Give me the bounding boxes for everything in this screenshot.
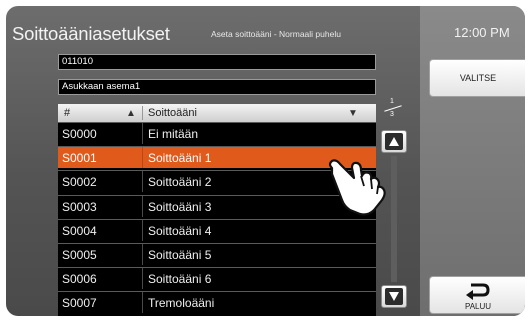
row-divider bbox=[142, 268, 143, 290]
sort-asc-icon[interactable]: ▲ bbox=[126, 108, 136, 119]
page-indicator: 1 3 bbox=[382, 98, 404, 122]
column-header-ringtone[interactable]: Soittoääni bbox=[148, 107, 197, 119]
page-current: 1 bbox=[390, 98, 394, 105]
header-divider bbox=[142, 106, 143, 120]
row-divider bbox=[142, 171, 143, 193]
page-subtitle: Aseta soittoääni - Normaali puhelu bbox=[211, 29, 341, 39]
back-button[interactable]: PALUU bbox=[429, 276, 525, 314]
row-divider bbox=[142, 123, 143, 144]
row-divider bbox=[142, 244, 143, 265]
table-row[interactable]: S0007 Tremoloääni bbox=[58, 291, 376, 314]
hand-pointer-icon bbox=[328, 159, 386, 216]
ringtone-name: Soittoääni 1 bbox=[148, 151, 212, 166]
page-total: 3 bbox=[390, 111, 394, 118]
table-row[interactable]: S0006 Soittoääni 6 bbox=[58, 267, 376, 290]
ringtone-id: S0000 bbox=[62, 127, 97, 141]
row-divider bbox=[142, 195, 143, 217]
select-button[interactable]: VALITSE bbox=[429, 59, 525, 97]
ringtone-id: S0005 bbox=[62, 248, 97, 262]
table-header: # ▲ Soittoääni ▼ bbox=[58, 104, 376, 122]
ringtone-name: Ei mitään bbox=[148, 127, 199, 141]
ringtone-id: S0001 bbox=[62, 151, 97, 166]
return-arrow-icon bbox=[466, 283, 490, 300]
page-title: Soittoääniasetukset bbox=[12, 23, 170, 44]
row-divider bbox=[142, 219, 143, 241]
select-button-label: VALITSE bbox=[459, 73, 497, 83]
sort-desc-icon[interactable]: ▼ bbox=[348, 108, 358, 119]
ringtone-id: S0007 bbox=[62, 296, 97, 311]
scroll-down-button[interactable] bbox=[381, 285, 407, 308]
table-row[interactable]: S0000 Ei mitään bbox=[58, 122, 376, 144]
table-row[interactable]: S0005 Soittoääni 5 bbox=[58, 243, 376, 265]
ringtone-id: S0002 bbox=[62, 175, 97, 190]
ringtone-name: Soittoääni 4 bbox=[148, 223, 212, 238]
column-header-number[interactable]: # bbox=[64, 107, 70, 119]
ringtone-name: Tremoloääni bbox=[148, 296, 215, 311]
arrow-up-icon bbox=[385, 133, 403, 150]
station-name-field: Asukkaan asema1 bbox=[58, 79, 376, 95]
ringtone-name: Soittoääni 6 bbox=[148, 272, 212, 287]
ringtone-name: Soittoääni 2 bbox=[148, 175, 212, 190]
station-number-field: 011010 bbox=[58, 54, 376, 70]
row-divider bbox=[142, 147, 143, 169]
screen: Soittoääniasetukset Aseta soittoääni - N… bbox=[6, 6, 525, 316]
side-panel bbox=[420, 6, 525, 316]
ringtone-name: Soittoääni 5 bbox=[148, 248, 212, 262]
row-divider bbox=[142, 292, 143, 314]
ringtone-id: S0003 bbox=[62, 199, 97, 214]
scroll-up-button[interactable] bbox=[381, 130, 407, 153]
back-button-label: PALUU bbox=[464, 302, 492, 311]
ringtone-name: Soittoääni 3 bbox=[148, 199, 212, 214]
clock: 12:00 PM bbox=[454, 25, 510, 40]
ringtone-id: S0004 bbox=[62, 223, 97, 238]
arrow-down-icon bbox=[385, 288, 403, 305]
ringtone-id: S0006 bbox=[62, 272, 97, 287]
table-row[interactable]: S0004 Soittoääni 4 bbox=[58, 218, 376, 241]
